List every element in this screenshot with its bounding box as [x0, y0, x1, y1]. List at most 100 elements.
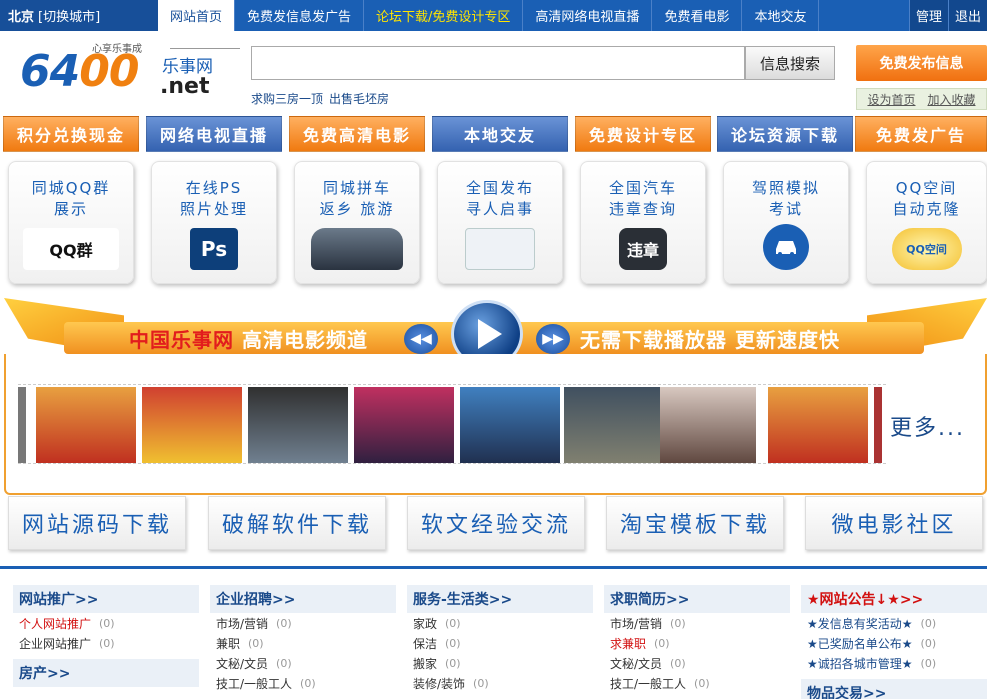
more-movies-link[interactable]: 更多... [890, 410, 965, 442]
movie-poster[interactable] [248, 387, 348, 463]
category-item[interactable]: 市场/营销 (0) [604, 613, 790, 633]
btn-free-ads[interactable]: 免费发广告 [855, 116, 987, 152]
category-item[interactable]: 兼职 (0) [210, 633, 396, 653]
res-micro-film[interactable]: 微电影社区 [805, 496, 983, 550]
category-item[interactable]: 企业网站推广 (0) [13, 633, 199, 653]
category-heading[interactable]: 服务-生活类>> [407, 585, 593, 613]
announcement-item[interactable]: ★已奖励名单公布★ (0) [801, 633, 987, 653]
category-item-count: (0) [654, 636, 670, 650]
category-heading[interactable]: 企业招聘>> [210, 585, 396, 613]
btn-design-zone[interactable]: 免费设计专区 [575, 116, 711, 152]
card-traffic-violation[interactable]: 全国汽车 违章查询 违章 [580, 161, 706, 284]
category-item-label: 文秘/文员 [216, 656, 269, 671]
city-selector[interactable]: 北京 [切换城市] [0, 0, 158, 31]
card-title-line2: 展示 [53, 200, 88, 218]
btn-points-cash[interactable]: 积分兑换现金 [3, 116, 139, 152]
category-item-label: 市场/营销 [610, 616, 663, 631]
nav-local-dating[interactable]: 本地交友 [742, 0, 820, 31]
category-column: 企业招聘>> 市场/营销 (0) 兼职 (0) 文秘/文员 (0) 技工/一般工人 (0… [210, 585, 396, 693]
movie-poster[interactable] [660, 387, 756, 463]
nav-home[interactable]: 网站首页 [158, 0, 236, 31]
card-title: 全国发布 寻人启事 [438, 178, 562, 220]
set-home-link[interactable]: 设为首页 [867, 91, 915, 108]
nav-forum-download[interactable]: 论坛下载/免费设计专区 [364, 0, 524, 31]
category-item[interactable]: 搬家 (0) [407, 653, 593, 673]
logout-link[interactable]: 退出 [947, 0, 987, 31]
movie-poster[interactable] [874, 387, 882, 463]
search-input[interactable] [251, 46, 745, 80]
category-heading[interactable]: 求职简历>> [604, 585, 790, 613]
category-item[interactable]: 技工/一般工人 (0) [604, 673, 790, 693]
manage-link[interactable]: 管理 [908, 0, 948, 31]
add-fav-link[interactable]: 加入收藏 [928, 91, 976, 108]
btn-forum-download[interactable]: 论坛资源下载 [717, 116, 853, 152]
announcement-item[interactable]: ★发信息有奖活动★ (0) [801, 613, 987, 633]
card-title: 驾照模拟 考试 [724, 178, 848, 220]
fast-forward-icon[interactable]: ▶▶ [536, 324, 570, 354]
qzone-icon: QQ空间 [891, 228, 962, 270]
card-driving-test[interactable]: 驾照模拟 考试 [723, 161, 849, 284]
movie-poster[interactable] [460, 387, 560, 463]
movie-poster[interactable] [354, 387, 454, 463]
category-item-label: 求兼职 [610, 636, 647, 651]
announcement-heading[interactable]: ★网站公告↓★>> [801, 585, 987, 613]
category-heading[interactable]: 物品交易>> [801, 679, 987, 699]
category-item-label: 技工/一般工人 [610, 676, 687, 691]
category-item[interactable]: 个人网站推广 (0) [13, 613, 199, 633]
res-taobao-templates[interactable]: 淘宝模板下载 [606, 496, 784, 550]
card-carpool[interactable]: 同城拼车 返乡 旅游 [294, 161, 420, 284]
category-item[interactable]: 文秘/文员 (0) [604, 653, 790, 673]
nav-tv-live[interactable]: 高清网络电视直播 [523, 0, 653, 31]
movie-poster[interactable] [18, 387, 26, 463]
card-missing-person[interactable]: 全国发布 寻人启事 [437, 161, 563, 284]
logo-net: .net [160, 74, 210, 99]
nav-free-ads[interactable]: 免费发信息发广告 [235, 0, 365, 31]
hot-search-link-1[interactable]: 求购三房一顶 [251, 90, 323, 107]
search-button[interactable]: 信息搜索 [745, 46, 835, 80]
feature-cards: 同城QQ群 展示 QQ群 在线PS 照片处理 Ps 同城拼车 返乡 旅游 全国发布 寻人… [8, 161, 987, 286]
hot-search-link-2[interactable]: 出售毛坯房 [329, 90, 389, 107]
card-qq-group[interactable]: 同城QQ群 展示 QQ群 [8, 161, 134, 284]
publish-button[interactable]: 免费发布信息 [856, 45, 987, 81]
category-item[interactable]: 市场/营销 (0) [210, 613, 396, 633]
category-item-label: 家政 [413, 616, 438, 631]
res-article-exchange[interactable]: 软文经验交流 [407, 496, 585, 550]
car-icon [311, 228, 403, 270]
category-item-count: (0) [445, 616, 461, 630]
announcement-item[interactable]: ★诚招各城市管理★ (0) [801, 653, 987, 673]
card-ps-photo[interactable]: 在线PS 照片处理 Ps [151, 161, 277, 284]
btn-hd-movies[interactable]: 免费高清电影 [289, 116, 425, 152]
card-title-line2: 自动克隆 [892, 200, 961, 218]
card-qzone-clone[interactable]: QQ空间 自动克隆 QQ空间 [866, 161, 987, 284]
category-item[interactable]: 文秘/文员 (0) [210, 653, 396, 673]
category-heading[interactable]: 房产>> [13, 659, 199, 687]
res-cracked-software[interactable]: 破解软件下载 [208, 496, 386, 550]
rewind-icon[interactable]: ◀◀ [404, 324, 438, 354]
category-item-label: 文秘/文员 [610, 656, 663, 671]
res-source-code[interactable]: 网站源码下载 [8, 496, 186, 550]
card-title-line1: 全国发布 [465, 179, 534, 197]
category-item[interactable]: 保洁 (0) [407, 633, 593, 653]
category-item-count: (0) [445, 656, 461, 670]
card-title-line1: 同城拼车 [322, 179, 391, 197]
category-item[interactable]: 装修/装饰 (0) [407, 673, 593, 693]
logo-number: 6400 [20, 46, 139, 97]
movie-poster[interactable] [768, 387, 868, 463]
movie-poster[interactable] [564, 387, 664, 463]
movie-poster[interactable] [36, 387, 136, 463]
card-title: 全国汽车 违章查询 [581, 178, 705, 220]
switch-city-link[interactable]: [切换城市] [38, 6, 100, 25]
btn-tv-live[interactable]: 网络电视直播 [146, 116, 282, 152]
nav-free-movies[interactable]: 免费看电影 [652, 0, 743, 31]
movie-strip: 更多... [4, 354, 987, 495]
category-item[interactable]: 技工/一般工人 (0) [210, 673, 396, 693]
site-logo[interactable]: 心享乐事成 6400 乐事网 .net [20, 40, 240, 102]
category-item[interactable]: 家政 (0) [407, 613, 593, 633]
category-heading[interactable]: 网站推广>> [13, 585, 199, 613]
card-title: 同城QQ群 展示 [9, 178, 133, 220]
btn-local-dating[interactable]: 本地交友 [432, 116, 568, 152]
card-title: QQ空间 自动克隆 [867, 178, 986, 220]
category-item[interactable]: 求兼职 (0) [604, 633, 790, 653]
movie-poster[interactable] [142, 387, 242, 463]
card-title-line2: 违章查询 [608, 200, 677, 218]
